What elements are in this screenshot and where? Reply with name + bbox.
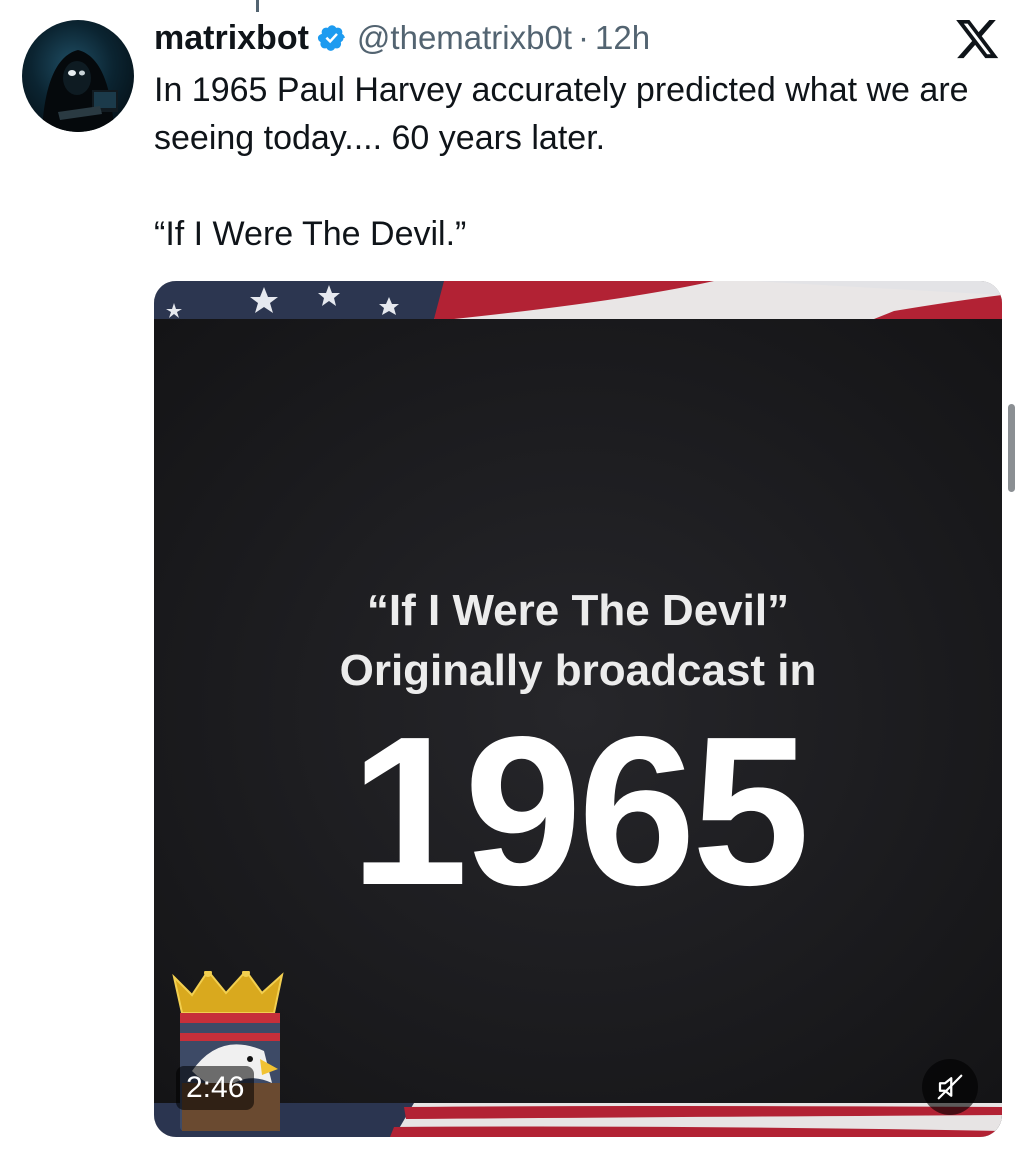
author-avatar[interactable] bbox=[22, 20, 134, 132]
flag-banner-top bbox=[154, 281, 1002, 319]
video-year-text: 1965 bbox=[350, 692, 810, 929]
tweet-text-paragraph-2: “If I Were The Devil.” bbox=[154, 215, 467, 253]
x-logo-icon bbox=[956, 20, 1000, 60]
channel-badge-image bbox=[172, 971, 284, 1131]
video-duration-badge: 2:46 bbox=[176, 1066, 255, 1110]
top-divider-tick bbox=[256, 0, 259, 12]
scrollbar-thumb[interactable] bbox=[1008, 404, 1015, 492]
author-handle[interactable]: @thematrixb0t bbox=[357, 19, 572, 57]
tweet-body: In 1965 Paul Harvey accurately predicted… bbox=[154, 66, 1014, 258]
tweet-text-paragraph-1: In 1965 Paul Harvey accurately predicted… bbox=[154, 71, 969, 157]
video-title-line-1: “If I Were The Devil” bbox=[366, 586, 790, 635]
separator-dot: · bbox=[578, 19, 590, 56]
speaker-muted-icon bbox=[937, 1074, 963, 1100]
verified-badge-icon bbox=[317, 23, 347, 53]
video-player[interactable]: “If I Were The Devil” Originally broadca… bbox=[154, 281, 1002, 1137]
video-title-text: “If I Were The Devil” Originally broadca… bbox=[154, 581, 1002, 701]
tweet-timestamp[interactable]: 12h bbox=[595, 19, 650, 57]
tweet-header: matrixbot @thematrixb0t · 12h bbox=[154, 12, 650, 64]
mute-toggle-button[interactable] bbox=[922, 1059, 978, 1115]
hooded-figure-image bbox=[42, 50, 118, 132]
author-name[interactable]: matrixbot bbox=[154, 19, 309, 58]
